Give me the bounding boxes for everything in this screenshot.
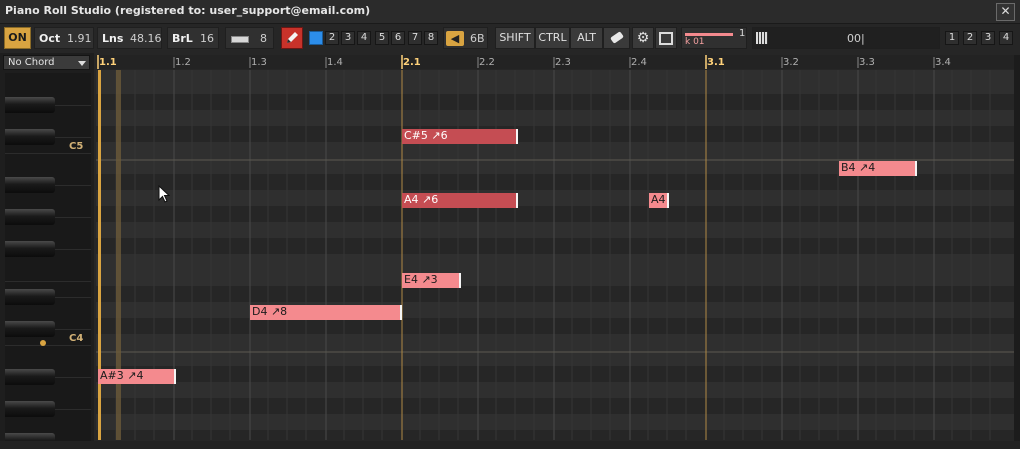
bar-length-control[interactable]: BrL 16 (167, 27, 219, 49)
velocity-value: 8 (260, 32, 267, 45)
power-on-button[interactable]: ON (4, 27, 31, 49)
octave-label: Oct (39, 32, 61, 45)
note-block[interactable]: A#3 ↗4 (98, 369, 176, 384)
slot-1-button[interactable]: 1 (945, 31, 959, 45)
octave-control[interactable]: Oct 1.91 (34, 27, 94, 49)
root-note-marker (40, 340, 46, 346)
timeline-ruler[interactable]: 1.1 1.2 1.3 1.4 2.1 2.2 2.3 2.4 3.1 3.2 … (96, 55, 1014, 69)
velocity-control[interactable]: 8 (225, 27, 274, 49)
octave-label-c5: C5 (69, 141, 84, 152)
track-name: k 01 (685, 37, 705, 47)
pencil-icon (287, 32, 298, 43)
keyboard-sidebar: No Chord C5 C4 (0, 53, 94, 449)
note-block[interactable]: A4 (649, 193, 669, 208)
track-level-bar (685, 33, 733, 36)
channel-3-button[interactable]: 3 (341, 31, 355, 45)
black-key[interactable] (5, 241, 55, 257)
black-key[interactable] (5, 129, 55, 145)
pencil-tool-button[interactable] (281, 27, 303, 49)
black-key[interactable] (5, 289, 55, 305)
dropdown-arrow-icon (78, 61, 86, 66)
close-button[interactable]: ✕ (996, 3, 1015, 21)
black-key[interactable] (5, 97, 55, 113)
eraser-button[interactable] (603, 27, 630, 49)
octave-label-c4: C4 (69, 333, 84, 344)
black-key[interactable] (5, 401, 55, 417)
gear-icon: ⚙ (636, 30, 650, 46)
lines-label: Lns (102, 32, 124, 45)
toolbar: ON Oct 1.91 Lns 48.16 BrL 16 8 2 3 4 5 6… (0, 27, 1020, 50)
channel-5-button[interactable]: 5 (375, 31, 389, 45)
white-key[interactable] (5, 153, 91, 154)
note-block[interactable]: A4 ↗6 (402, 193, 518, 208)
lines-value: 48.16 (130, 32, 162, 45)
window-title: Piano Roll Studio (registered to: user_s… (5, 4, 371, 17)
value-field-text: 00| (847, 32, 865, 45)
chord-select[interactable]: No Chord (3, 55, 90, 70)
speaker-icon: ◀ (446, 31, 464, 46)
bar-length-label: BrL (172, 32, 193, 45)
lines-control[interactable]: Lns 48.16 (97, 27, 162, 49)
mouse-pointer-icon (158, 185, 170, 203)
shift-modifier-button[interactable]: SHIFT (495, 27, 535, 49)
black-key[interactable] (5, 321, 55, 337)
ruler-tick-marks (97, 55, 935, 69)
channel-1-button[interactable] (309, 31, 323, 45)
chord-select-value: No Chord (8, 57, 55, 68)
volume-value: 6B (470, 32, 485, 45)
duplicate-button[interactable] (655, 27, 677, 49)
black-key[interactable] (5, 177, 55, 193)
black-key[interactable] (5, 209, 55, 225)
octave-value: 1.91 (67, 32, 92, 45)
horizontal-scrollbar[interactable] (0, 441, 1020, 449)
value-field[interactable]: 00| (752, 27, 940, 49)
note-block[interactable]: D4 ↗8 (250, 305, 402, 320)
black-key[interactable] (5, 369, 55, 385)
white-key[interactable] (5, 281, 91, 282)
title-bar: Piano Roll Studio (registered to: user_s… (0, 0, 1020, 24)
ctrl-modifier-button[interactable]: CTRL (535, 27, 570, 49)
track-selector[interactable]: 1 k 01 (681, 27, 747, 49)
track-number: 1 (739, 28, 746, 39)
vertical-scrollbar[interactable] (1014, 55, 1020, 449)
channel-8-button[interactable]: 8 (424, 31, 438, 45)
slot-4-button[interactable]: 4 (999, 31, 1013, 45)
slot-2-button[interactable]: 2 (963, 31, 977, 45)
channel-6-button[interactable]: 6 (391, 31, 405, 45)
velocity-slider-icon (231, 36, 249, 43)
grid-lines (96, 70, 1014, 440)
volume-control[interactable]: ◀ 6B (443, 27, 488, 49)
note-block[interactable]: C#5 ↗6 (402, 129, 518, 144)
bar-length-value: 16 (200, 32, 214, 45)
piano-keyboard[interactable]: C5 C4 (5, 73, 91, 449)
close-icon: ✕ (1000, 4, 1011, 18)
piano-keys-icon (756, 32, 768, 44)
note-block[interactable]: E4 ↗3 (402, 273, 461, 288)
channel-4-button[interactable]: 4 (357, 31, 371, 45)
slot-3-button[interactable]: 3 (981, 31, 995, 45)
channel-2-button[interactable]: 2 (325, 31, 339, 45)
eraser-icon (609, 31, 624, 44)
settings-button[interactable]: ⚙ (632, 27, 654, 49)
copy-icon (659, 32, 673, 45)
white-key[interactable] (5, 345, 91, 346)
alt-modifier-button[interactable]: ALT (570, 27, 603, 49)
note-grid[interactable]: C#5 ↗6 B4 ↗4 A4 ↗6 A4 E4 ↗3 D4 ↗8 A#3 ↗4 (96, 70, 1014, 440)
channel-7-button[interactable]: 7 (408, 31, 422, 45)
note-block[interactable]: B4 ↗4 (839, 161, 917, 176)
